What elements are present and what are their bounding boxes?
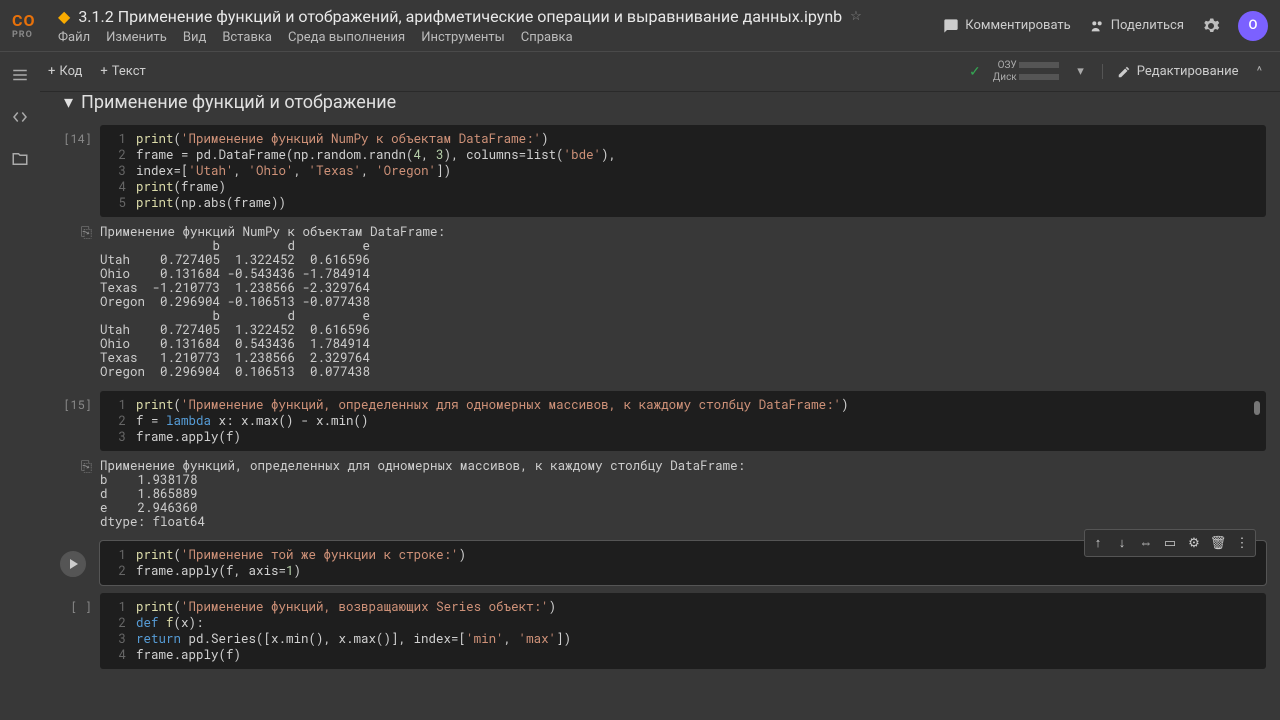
more-icon[interactable]: ⋮ — [1231, 532, 1253, 554]
pencil-icon — [1117, 65, 1131, 79]
comment-cell-icon[interactable]: ▭ — [1159, 532, 1181, 554]
resource-meter[interactable]: ОЗУ Диск — [993, 60, 1059, 84]
comment-button[interactable]: Комментировать — [943, 18, 1070, 34]
comment-icon — [943, 18, 959, 34]
output-icon[interactable]: ⎘ — [81, 459, 92, 475]
code-cell[interactable]: 1print('Применение функций, возвращающих… — [100, 593, 1266, 669]
avatar[interactable]: O — [1238, 11, 1268, 41]
settings-button[interactable] — [1202, 17, 1220, 35]
collapse-toggle[interactable]: ^ — [1251, 64, 1268, 79]
add-text-button[interactable]: +Текст — [100, 64, 145, 79]
star-icon[interactable]: ☆ — [850, 9, 862, 24]
share-icon — [1089, 18, 1105, 34]
menu-изменить[interactable]: Изменить — [106, 30, 167, 45]
settings-cell-icon[interactable]: ⚙ — [1183, 532, 1205, 554]
toc-icon[interactable] — [11, 66, 29, 84]
menu-файл[interactable]: Файл — [58, 30, 90, 45]
cell-output: Применение функций NumPy к объектам Data… — [100, 221, 1266, 383]
gear-icon — [1202, 17, 1220, 35]
files-icon[interactable] — [11, 150, 29, 168]
menu-вставка[interactable]: Вставка — [222, 30, 272, 45]
snippets-icon[interactable] — [11, 108, 29, 126]
code-cell[interactable]: 1print('Применение функций, определенных… — [100, 391, 1266, 451]
cell-output: Применение функций, определенных для одн… — [100, 455, 1266, 533]
move-up-icon[interactable]: ↑ — [1087, 532, 1109, 554]
menu-справка[interactable]: Справка — [521, 30, 573, 45]
collapse-arrow-icon[interactable]: ▾ — [64, 92, 73, 113]
link-icon[interactable]: ⇔ — [1135, 532, 1157, 554]
menu-вид[interactable]: Вид — [183, 30, 206, 45]
run-cell-button[interactable] — [60, 551, 86, 577]
execution-count: [15] — [54, 391, 100, 451]
output-icon[interactable]: ⎘ — [81, 225, 92, 241]
section-heading[interactable]: ▾ Применение функций и отображение — [64, 92, 1266, 113]
add-code-button[interactable]: +Код — [48, 64, 82, 79]
menu-среда выполнения[interactable]: Среда выполнения — [288, 30, 405, 45]
code-cell[interactable]: 1print('Применение функций NumPy к объек… — [100, 125, 1266, 217]
colab-logo: CO PRO — [12, 11, 48, 40]
resource-dropdown[interactable]: ▾ — [1071, 64, 1090, 79]
scrollbar-thumb[interactable] — [1254, 401, 1260, 415]
move-down-icon[interactable]: ↓ — [1111, 532, 1133, 554]
status-check-icon: ✓ — [969, 64, 981, 80]
notebook-title[interactable]: 3.1.2 Применение функций и отображений, … — [78, 7, 842, 26]
execution-count: [14] — [54, 125, 100, 217]
editing-mode-button[interactable]: Редактирование — [1102, 64, 1239, 79]
share-button[interactable]: Поделиться — [1089, 18, 1184, 34]
delete-cell-icon[interactable]: 🗑 — [1207, 532, 1229, 554]
notebook-icon: ◆ — [58, 7, 70, 26]
execution-count: [ ] — [54, 593, 100, 669]
menu-инструменты[interactable]: Инструменты — [421, 30, 505, 45]
